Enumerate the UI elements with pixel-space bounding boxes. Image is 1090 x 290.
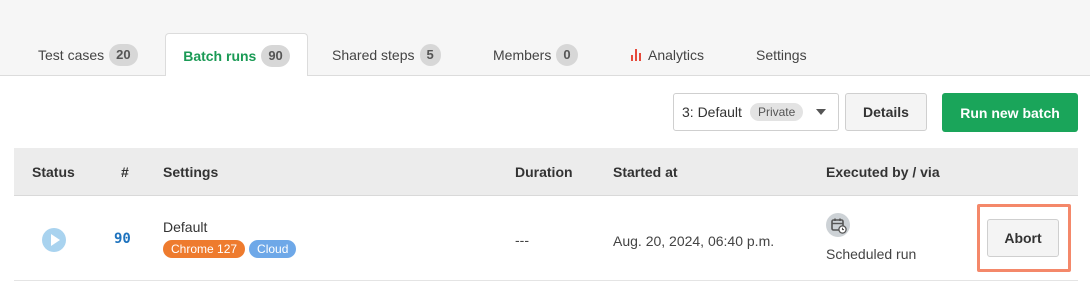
tab-batch-runs[interactable]: Batch runs 90 (165, 33, 308, 77)
duration-value: --- (515, 232, 529, 248)
environment-value: 3: Default (682, 104, 742, 120)
cloud-tag: Cloud (249, 240, 297, 258)
tab-shared-steps[interactable]: Shared steps 5 (332, 33, 441, 76)
table-header: Status # Settings Duration Started at Ex… (14, 148, 1078, 196)
batch-runs-panel: 3: Default Private Details Run new batch… (0, 76, 1090, 290)
started-at-value: Aug. 20, 2024, 06:40 p.m. (613, 233, 775, 249)
bar-chart-icon (631, 48, 641, 61)
tab-label: Members (493, 46, 552, 63)
tab-label: Shared steps (332, 46, 415, 63)
count-badge: 5 (419, 43, 441, 66)
tab-label: Batch runs (183, 47, 257, 64)
column-header-status: Status (32, 164, 75, 180)
setting-tags: Chrome 127 Cloud (163, 240, 297, 258)
run-new-batch-button[interactable]: Run new batch (942, 93, 1078, 132)
browser-tag: Chrome 127 (163, 240, 246, 258)
details-button[interactable]: Details (845, 93, 927, 131)
play-icon (42, 228, 66, 252)
column-header-started-at: Started at (613, 164, 678, 180)
column-header-settings: Settings (163, 164, 219, 180)
privacy-badge: Private (749, 103, 804, 121)
environment-select[interactable]: 3: Default Private (673, 93, 839, 131)
count-badge: 90 (261, 44, 290, 67)
count-badge: 0 (556, 43, 578, 66)
tab-settings[interactable]: Settings (756, 33, 807, 76)
setting-name: Default (163, 219, 208, 235)
tab-members[interactable]: Members 0 (493, 33, 578, 76)
abort-button[interactable]: Abort (987, 219, 1059, 257)
tab-test-cases[interactable]: Test cases 20 (38, 33, 138, 76)
column-header-duration: Duration (515, 164, 573, 180)
tab-bar: Test cases 20 Batch runs 90 Shared steps… (0, 33, 1090, 77)
chevron-down-icon (816, 109, 826, 115)
count-badge: 20 (109, 43, 138, 66)
tab-label: Test cases (38, 46, 105, 63)
scheduled-calendar-icon (826, 213, 850, 237)
table-row: 90 Default Chrome 127 Cloud --- Aug. 20,… (14, 197, 1078, 281)
tab-analytics[interactable]: Analytics (631, 33, 704, 76)
tab-label: Settings (756, 46, 807, 63)
run-number-link[interactable]: 90 (114, 231, 131, 247)
executed-via-value: Scheduled run (826, 246, 917, 262)
column-header-executed-by: Executed by / via (826, 164, 940, 180)
column-header-number: # (121, 164, 129, 180)
tab-label: Analytics (648, 46, 705, 63)
